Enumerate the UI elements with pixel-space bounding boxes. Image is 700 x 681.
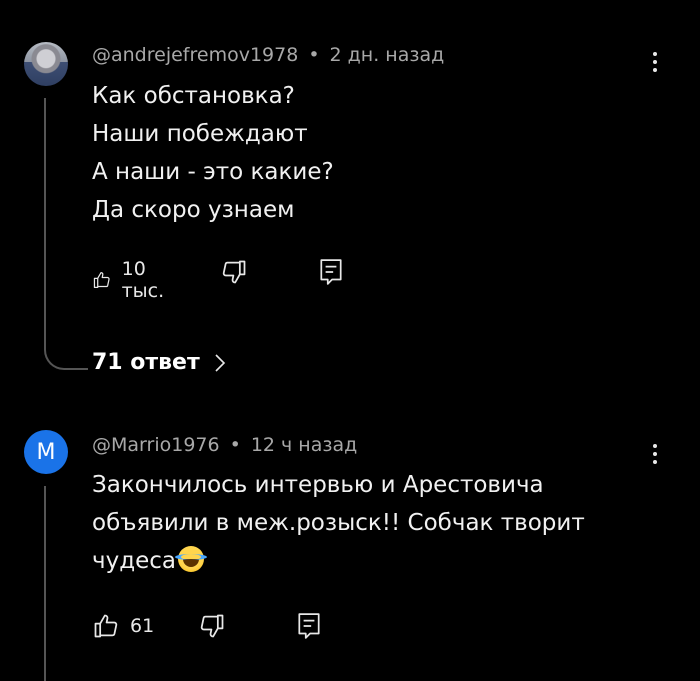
author-name[interactable]: @andrejefremov1978 xyxy=(92,44,298,66)
meta-separator: • xyxy=(308,44,320,66)
comment-icon xyxy=(298,613,320,639)
thread-line xyxy=(44,486,88,681)
like-button[interactable]: 10 тыс. xyxy=(92,258,173,302)
author-name[interactable]: @Marrio1976 xyxy=(92,434,220,456)
dislike-button[interactable] xyxy=(198,612,226,640)
comment-text: Закончилось интервью и Арестовича объяви… xyxy=(92,466,585,580)
thumb-up-icon xyxy=(93,272,110,288)
like-count: 61 xyxy=(130,615,155,637)
comment-time: 12 ч назад xyxy=(250,434,358,456)
meta-separator: • xyxy=(229,434,241,456)
thread-connector xyxy=(44,340,88,370)
like-count: 10 тыс. xyxy=(121,258,165,302)
thumb-up-icon xyxy=(94,614,118,638)
chevron-right-icon xyxy=(215,353,225,372)
reply-button[interactable] xyxy=(296,612,322,640)
avatar[interactable] xyxy=(24,42,68,86)
more-options-icon[interactable] xyxy=(650,444,660,468)
thumb-down-icon xyxy=(200,614,224,638)
comment-meta: @andrejefremov1978 • 2 дн. назад xyxy=(92,44,444,66)
replies-label: 71 ответ xyxy=(92,350,200,375)
laughing-emoji-icon xyxy=(175,546,207,572)
avatar-letter: M xyxy=(36,439,56,465)
comment-text: Как обстановка? Наши побеждают А наши - … xyxy=(92,83,334,223)
avatar[interactable]: M xyxy=(24,430,68,474)
reply-button[interactable] xyxy=(318,258,344,286)
comment-meta: @Marrio1976 • 12 ч назад xyxy=(92,434,357,456)
replies-toggle[interactable]: 71 ответ xyxy=(92,350,226,375)
comment-time: 2 дн. назад xyxy=(329,44,445,66)
comment-text-content: Закончилось интервью и Арестовича объяви… xyxy=(92,472,585,574)
comment-icon xyxy=(320,259,342,285)
thumb-down-icon xyxy=(222,260,246,284)
more-options-icon[interactable] xyxy=(650,52,660,76)
dislike-button[interactable] xyxy=(220,258,248,286)
thread-line xyxy=(44,98,88,342)
like-button[interactable]: 61 xyxy=(92,612,154,640)
